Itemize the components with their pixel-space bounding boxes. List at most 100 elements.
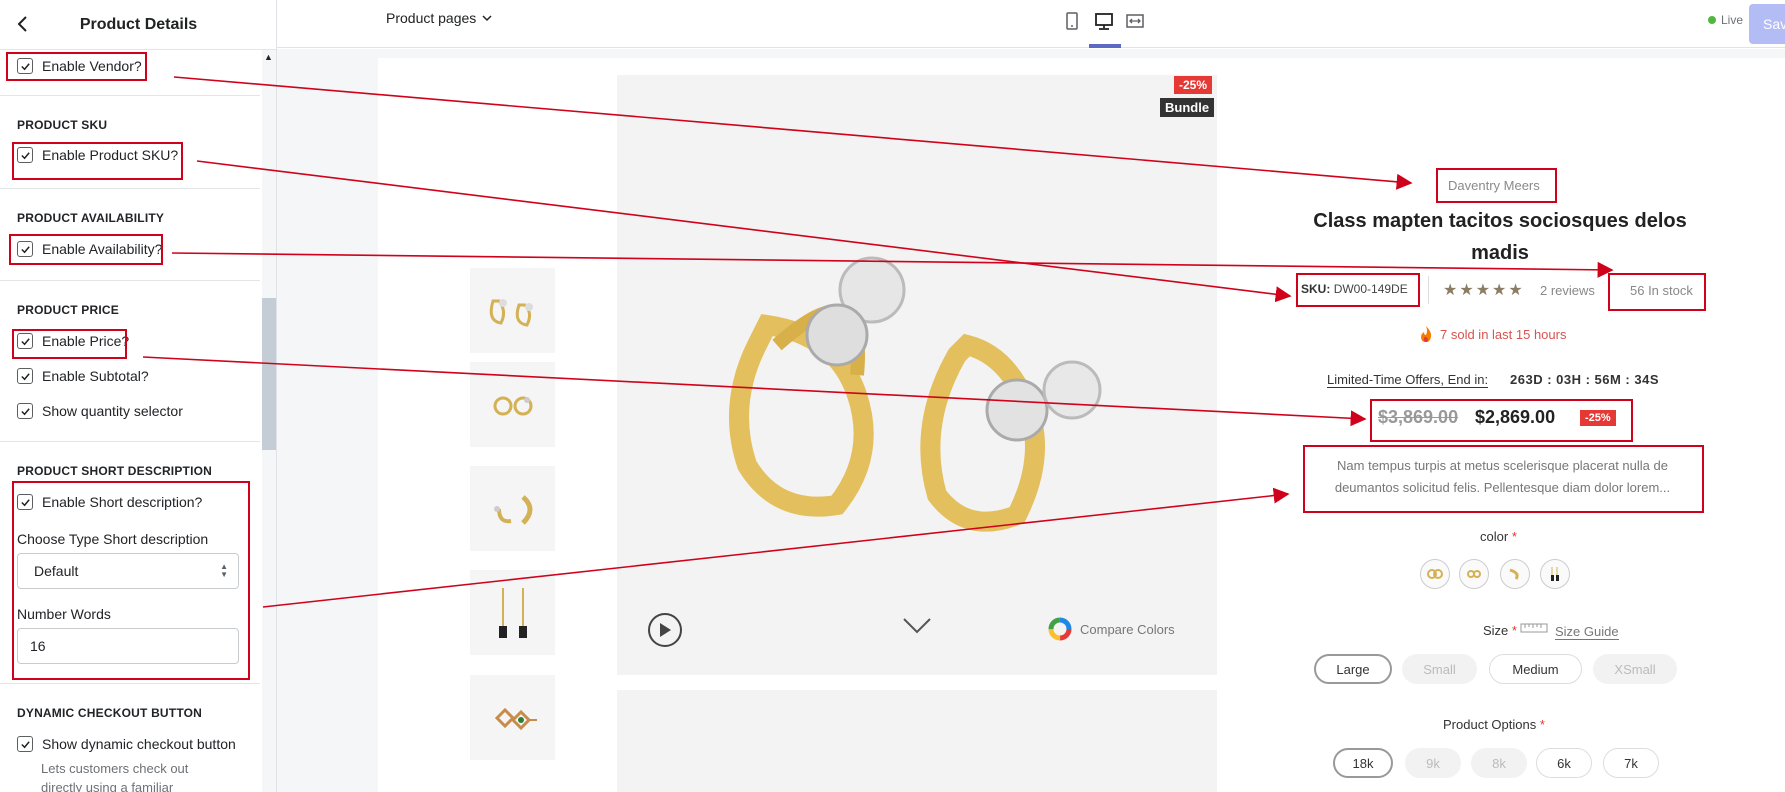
section-heading: PRODUCT SHORT DESCRIPTION — [17, 464, 213, 478]
product-thumbnail[interactable] — [470, 268, 555, 353]
page-type-select[interactable]: Product pages — [386, 10, 492, 26]
checkbox-label: Show quantity selector — [42, 403, 183, 419]
number-words-input[interactable]: 16 — [17, 628, 239, 664]
reviews-link[interactable]: 2 reviews — [1540, 283, 1595, 298]
product-sku: SKU: DW00-149DE — [1301, 282, 1408, 296]
section-vendor: Enable Vendor? — [0, 50, 260, 96]
divider — [1428, 276, 1429, 304]
earring-thumbnail-image — [493, 494, 532, 525]
checkbox-label: Enable Vendor? — [42, 58, 142, 74]
color-label-text: color — [1480, 529, 1509, 544]
color-swatch[interactable] — [1540, 559, 1570, 589]
size-pill[interactable]: Large — [1314, 654, 1392, 684]
chevron-down-icon[interactable] — [902, 617, 932, 635]
save-button[interactable]: Sav — [1749, 4, 1785, 44]
size-pill[interactable]: Medium — [1489, 654, 1582, 684]
price-discount-badge: -25% — [1580, 410, 1616, 426]
gold-earrings-image — [729, 256, 1102, 532]
active-device-indicator — [1089, 44, 1121, 48]
short-description-type-select[interactable]: Default ▲ ▼ — [17, 553, 239, 589]
product-options-label: Product Options * — [1443, 717, 1545, 732]
option-pill[interactable]: 6k — [1536, 748, 1592, 778]
fullwidth-view-icon[interactable] — [1124, 10, 1146, 32]
product-main-image[interactable] — [617, 75, 1217, 675]
option-pill[interactable]: 18k — [1333, 748, 1393, 778]
size-pill[interactable]: Small — [1402, 654, 1477, 684]
size-guide-link[interactable]: Size Guide — [1555, 624, 1619, 640]
enable-short-description-checkbox[interactable]: Enable Short description? — [17, 494, 202, 510]
checkbox-label: Enable Price? — [42, 333, 130, 349]
checkbox-checked-icon — [17, 333, 33, 349]
product-secondary-image — [617, 690, 1217, 792]
current-price: $2,869.00 — [1475, 407, 1556, 427]
checkbox-label: Enable Availability? — [42, 241, 163, 257]
required-mark: * — [1511, 529, 1517, 544]
show-dynamic-checkout-checkbox[interactable]: Show dynamic checkout button — [17, 736, 236, 752]
enable-vendor-checkbox[interactable]: Enable Vendor? — [17, 58, 142, 74]
enable-price-checkbox[interactable]: Enable Price? — [17, 333, 129, 349]
section-product-availability: PRODUCT AVAILABILITY Enable Availability… — [0, 189, 260, 281]
live-label: Live — [1721, 13, 1744, 27]
checkbox-label: Show dynamic checkout button — [42, 736, 236, 752]
settings-sidebar: Product Details ▲ Enable Vendor? PRODUCT… — [0, 0, 277, 792]
short-description: Nam tempus turpis at metus scelerisque p… — [1334, 458, 1671, 495]
countdown-timer: 263D : 03H : 56M : 34S — [1510, 372, 1660, 387]
earring-thumbnail-image — [494, 707, 537, 730]
bundle-badge: Bundle — [1160, 98, 1215, 117]
sidebar-header: Product Details — [0, 0, 276, 50]
option-pill[interactable]: 8k — [1471, 748, 1527, 778]
product-title: Class mapten tacitos sociosques delos ma… — [1313, 210, 1687, 264]
enable-sku-checkbox[interactable]: Enable Product SKU? — [17, 147, 178, 163]
checkbox-checked-icon — [17, 58, 33, 74]
required-mark: * — [1539, 717, 1545, 732]
desktop-view-icon[interactable] — [1093, 10, 1115, 32]
mobile-view-icon[interactable] — [1061, 10, 1083, 32]
checkbox-checked-icon — [17, 403, 33, 419]
checkbox-checked-icon — [17, 494, 33, 510]
show-quantity-checkbox[interactable]: Show quantity selector — [17, 403, 183, 419]
chevron-down-icon — [482, 15, 492, 22]
size-pill[interactable]: XSmall — [1593, 654, 1677, 684]
checkbox-label: Enable Product SKU? — [42, 147, 179, 163]
compare-colors-label: Compare Colors — [1080, 621, 1175, 637]
enable-subtotal-checkbox[interactable]: Enable Subtotal? — [17, 368, 149, 384]
earring-swatch-icon — [1509, 568, 1519, 580]
option-pill[interactable]: 9k — [1405, 748, 1461, 778]
editor-topbar: Product pages Live Sav — [277, 0, 1785, 48]
product-vendor[interactable]: Daventry Meers — [1448, 178, 1540, 193]
compare-colors-button[interactable]: Compare Colors — [1048, 617, 1175, 641]
sold-text: 7 sold in last 15 hours — [1440, 326, 1567, 342]
section-product-sku: PRODUCT SKU Enable Product SKU? — [0, 96, 260, 189]
earring-thumbnail-image — [489, 298, 533, 327]
section-heading: PRODUCT PRICE — [17, 303, 119, 317]
play-icon — [660, 623, 671, 637]
section-product-price: PRODUCT PRICE Enable Price? Enable Subto… — [0, 281, 260, 442]
section-heading: DYNAMIC CHECKOUT BUTTON — [17, 706, 203, 720]
earring-thumbnail-image — [498, 587, 527, 638]
color-swatch[interactable] — [1459, 559, 1489, 589]
checkbox-checked-icon — [17, 736, 33, 752]
earring-swatch-icon — [1427, 569, 1443, 579]
product-thumbnail[interactable] — [470, 362, 555, 447]
rating-stars-icon: ★★★★★ — [1443, 282, 1525, 299]
checkbox-checked-icon — [17, 147, 33, 163]
section-heading: PRODUCT SKU — [17, 118, 108, 132]
stock-status: 56 In stock — [1630, 283, 1693, 298]
checkbox-label: Enable Short description? — [42, 494, 203, 510]
color-swatch[interactable] — [1420, 559, 1450, 589]
product-thumbnail[interactable] — [470, 466, 555, 551]
color-wheel-icon — [1048, 617, 1072, 641]
sidebar-scrollbar-thumb[interactable] — [262, 298, 276, 450]
scroll-up-icon[interactable]: ▲ — [264, 52, 273, 62]
option-pill[interactable]: 7k — [1603, 748, 1659, 778]
play-video-button[interactable] — [648, 613, 682, 647]
enable-availability-checkbox[interactable]: Enable Availability? — [17, 241, 162, 257]
checkout-help-text: Lets customers check out directly using … — [41, 761, 189, 792]
size-option-label: Size * — [1483, 623, 1517, 638]
product-thumbnail[interactable] — [470, 570, 555, 655]
compare-at-price: $3,869.00 — [1378, 407, 1459, 427]
select-value: Default — [34, 563, 79, 579]
page-select-label: Product pages — [386, 10, 477, 26]
product-thumbnail[interactable] — [470, 675, 555, 760]
color-swatch[interactable] — [1500, 559, 1530, 589]
